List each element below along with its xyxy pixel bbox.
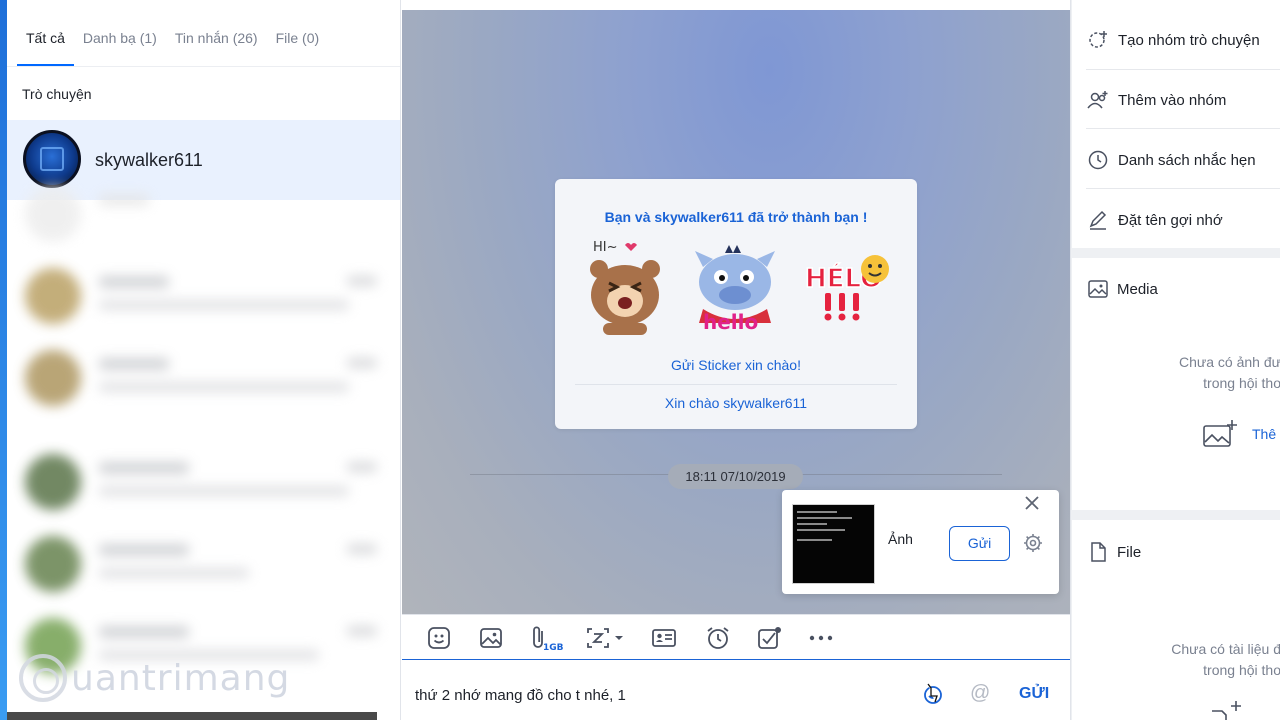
- task-icon[interactable]: [756, 625, 782, 651]
- bottom-dark-bar: [7, 712, 377, 720]
- media-block: Media Chưa có ảnh đư trong hội tho Thê: [1072, 258, 1280, 510]
- popup-image-label: Ảnh: [888, 531, 913, 547]
- add-member-icon: [1087, 91, 1108, 109]
- file-empty-text: Chưa có tài liệu đ trong hội tho: [1171, 641, 1280, 678]
- image-thumbnail[interactable]: [792, 504, 875, 584]
- conversation-info-panel: Tạo nhóm trò chuyện Thêm vào nhóm Danh s…: [1070, 0, 1280, 720]
- list-item[interactable]: [7, 440, 400, 522]
- set-nickname-button[interactable]: Đặt tên gợi nhớ: [1087, 200, 1223, 240]
- conversation-name: skywalker611: [95, 150, 203, 170]
- svg-text:1GB: 1GB: [543, 643, 564, 651]
- add-media-button[interactable]: Thê: [1202, 420, 1276, 448]
- svg-text:hello: hello: [703, 310, 758, 334]
- sticker-dragon-icon[interactable]: hello: [695, 245, 775, 334]
- close-icon[interactable]: [1023, 494, 1041, 512]
- pencil-icon: [1089, 210, 1107, 230]
- file-block: File Chưa có tài liệu đ trong hội tho: [1072, 520, 1280, 720]
- file-title: File: [1117, 543, 1142, 561]
- reminder-list-button[interactable]: Danh sách nhắc hẹn: [1087, 140, 1256, 180]
- watermark: uantrimang: [19, 654, 290, 702]
- tab-all[interactable]: Tất cả: [17, 28, 74, 66]
- greeting-title: Bạn và skywalker611 đã trở thành bạn !: [604, 209, 868, 225]
- create-group-label: Tạo nhóm trò chuyện: [1118, 31, 1260, 49]
- blurred-conversation-list: [7, 172, 400, 720]
- media-empty-text: Chưa có ảnh đư trong hội tho: [1178, 354, 1280, 391]
- tab-messages[interactable]: Tin nhắn (26): [166, 28, 267, 66]
- image-send-popup: Ảnh Gửi: [782, 490, 1059, 594]
- timestamp-badge: 18:11 07/10/2019: [668, 464, 803, 489]
- filter-tabs: Tất cả Danh bạ (1) Tin nhắn (26) File (0…: [17, 28, 328, 66]
- send-greeting-sticker-link[interactable]: Gửi Sticker xin chào!: [555, 357, 917, 373]
- friend-greeting-card: Bạn và skywalker611 đã trở thành bạn ! H…: [555, 179, 917, 429]
- chat-background: Bạn và skywalker611 đã trở thành bạn ! H…: [402, 10, 1070, 614]
- set-nickname-label: Đặt tên gợi nhớ: [1118, 211, 1223, 229]
- watermark-text: uantrimang: [71, 657, 291, 699]
- list-item[interactable]: [7, 522, 400, 604]
- message-input[interactable]: thứ 2 nhớ mang đồ cho t nhé, 1: [415, 687, 626, 704]
- svg-text:HI~: HI~: [593, 240, 618, 255]
- more-icon[interactable]: [808, 625, 834, 651]
- image-icon[interactable]: [478, 625, 504, 651]
- attach-icon[interactable]: 1GB: [530, 625, 566, 651]
- file-icon: [1091, 542, 1106, 562]
- popup-send-button[interactable]: Gửi: [949, 526, 1010, 561]
- mention-icon[interactable]: @: [970, 682, 990, 705]
- greeting-divider: [575, 384, 897, 385]
- watermark-logo-icon: [19, 654, 67, 702]
- contact-card-icon[interactable]: [651, 625, 677, 651]
- tab-divider: [7, 66, 400, 67]
- window-edge-strip: [0, 0, 7, 720]
- sticker-bear-icon[interactable]: HI~: [590, 240, 660, 335]
- add-file-icon[interactable]: [1208, 701, 1244, 720]
- add-to-group-button[interactable]: Thêm vào nhóm: [1087, 80, 1226, 120]
- composer-toolbar: 1GB: [402, 614, 1070, 659]
- sticker-icon[interactable]: [426, 625, 452, 651]
- add-to-group-label: Thêm vào nhóm: [1118, 91, 1227, 109]
- screenshot-icon[interactable]: [585, 625, 629, 651]
- clock-icon: [1088, 150, 1108, 170]
- media-header[interactable]: Media: [1087, 278, 1158, 300]
- conversation-list-panel: Tất cả Danh bạ (1) Tin nhắn (26) File (0…: [7, 0, 401, 720]
- tab-files[interactable]: File (0): [267, 28, 329, 66]
- list-item[interactable]: [7, 336, 400, 418]
- list-item[interactable]: [7, 172, 400, 254]
- image-icon: [1088, 280, 1108, 298]
- tab-contacts[interactable]: Danh bạ (1): [74, 28, 166, 66]
- media-title: Media: [1117, 280, 1158, 298]
- reminder-list-label: Danh sách nhắc hẹn: [1118, 151, 1256, 169]
- gear-icon[interactable]: [1023, 533, 1043, 553]
- create-group-button[interactable]: Tạo nhóm trò chuyện: [1087, 20, 1260, 60]
- add-image-icon: [1203, 420, 1237, 447]
- group-add-icon: [1089, 31, 1107, 48]
- greeting-stickers: HI~ hello HÉLÔ: [590, 240, 889, 335]
- section-title: Trò chuyện: [22, 86, 92, 102]
- message-composer: thứ 2 nhớ mang đồ cho t nhé, 1 @ GỬI: [402, 659, 1070, 720]
- send-button[interactable]: GỬI: [1019, 685, 1049, 703]
- sticker-hello-icon[interactable]: HÉLÔ: [804, 255, 889, 321]
- reminder-icon[interactable]: [705, 625, 731, 651]
- add-media-label: Thê: [1252, 426, 1277, 442]
- file-header[interactable]: File: [1087, 541, 1141, 563]
- emoji-icon[interactable]: [922, 682, 944, 704]
- list-item[interactable]: [7, 254, 400, 336]
- actions-block: Tạo nhóm trò chuyện Thêm vào nhóm Danh s…: [1072, 0, 1280, 248]
- say-hello-link[interactable]: Xin chào skywalker611: [555, 395, 917, 411]
- chat-area: Bạn và skywalker611 đã trở thành bạn ! H…: [402, 0, 1070, 720]
